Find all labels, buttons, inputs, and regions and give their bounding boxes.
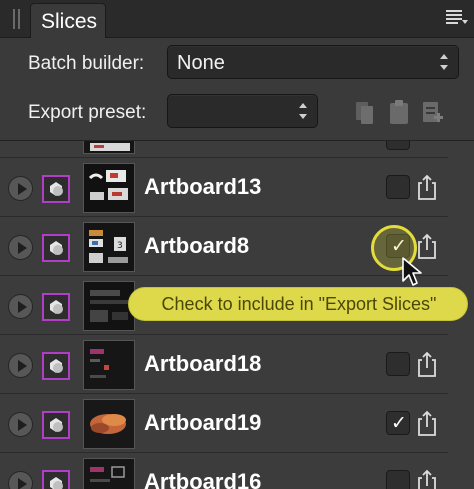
list-row[interactable]: Artboard13: [0, 159, 448, 217]
mouse-cursor-icon: [401, 256, 425, 288]
batch-builder-select[interactable]: None: [167, 45, 459, 79]
tab-slices-label: Slices: [41, 10, 98, 33]
expand-arrow-icon[interactable]: [8, 235, 33, 260]
artboard-thumbnail: [83, 340, 135, 390]
panel-menu-icon[interactable]: [446, 8, 468, 28]
export-checkbox[interactable]: [386, 352, 410, 376]
list-row-partial[interactable]: [0, 141, 448, 158]
slice-icon: [42, 175, 70, 203]
copy-preset-icon[interactable]: [354, 96, 376, 126]
add-preset-icon[interactable]: [422, 96, 444, 126]
list-row[interactable]: Artboard19 ✓: [0, 395, 448, 453]
export-checkbox[interactable]: [386, 175, 410, 199]
drag-grip-icon[interactable]: [12, 9, 22, 29]
slice-icon: [42, 411, 70, 439]
export-share-icon[interactable]: [417, 174, 437, 200]
slice-icon: [42, 470, 70, 489]
artboard-name[interactable]: Artboard8: [144, 233, 249, 259]
artboard-thumbnail: 3: [83, 222, 135, 272]
artboard-name[interactable]: Artboard13: [144, 174, 261, 200]
expand-arrow-icon[interactable]: [8, 176, 33, 201]
batch-builder-label: Batch builder:: [28, 53, 145, 74]
export-preset-select[interactable]: [167, 94, 318, 128]
list-row[interactable]: Artboard16: [0, 454, 448, 489]
tab-slices[interactable]: Slices: [30, 3, 106, 38]
svg-text:3: 3: [117, 241, 123, 251]
batch-builder-value: None: [177, 52, 225, 74]
export-share-icon[interactable]: [417, 351, 437, 377]
export-preset-label: Export preset:: [28, 102, 147, 123]
export-checkbox[interactable]: [386, 141, 410, 150]
expand-arrow-icon[interactable]: [8, 294, 33, 319]
expand-arrow-icon[interactable]: [8, 471, 33, 489]
paste-preset-icon[interactable]: [388, 96, 410, 126]
expand-arrow-icon[interactable]: [8, 353, 33, 378]
artboard-thumbnail: [83, 458, 135, 489]
expand-arrow-icon[interactable]: [8, 412, 33, 437]
artboard-name[interactable]: Artboard19: [144, 410, 261, 436]
slices-panel: Slices Batch builder: None Export preset…: [0, 0, 474, 489]
checkbox-tooltip: Check to include in "Export Slices": [128, 287, 468, 321]
select-stepper-icon: [299, 103, 307, 119]
export-checkbox[interactable]: ✓: [386, 411, 410, 435]
artboard-thumbnail: [83, 141, 135, 154]
tooltip-text: Check to include in "Export Slices": [161, 294, 437, 314]
artboard-name[interactable]: Artboard16: [144, 469, 261, 489]
artboard-thumbnail: [83, 163, 135, 213]
panel-tab-bar: Slices: [0, 0, 474, 38]
export-share-icon[interactable]: [417, 410, 437, 436]
artboard-name[interactable]: Artboard18: [144, 351, 261, 377]
checkmark-icon: ✓: [391, 413, 407, 434]
list-row[interactable]: Artboard18: [0, 336, 448, 394]
slice-icon: [42, 352, 70, 380]
slice-icon: [42, 234, 70, 262]
select-stepper-icon: [440, 54, 448, 70]
artboard-thumbnail: [83, 399, 135, 449]
export-checkbox[interactable]: [386, 470, 410, 489]
export-share-icon[interactable]: [417, 469, 437, 489]
slice-icon: [42, 293, 70, 321]
